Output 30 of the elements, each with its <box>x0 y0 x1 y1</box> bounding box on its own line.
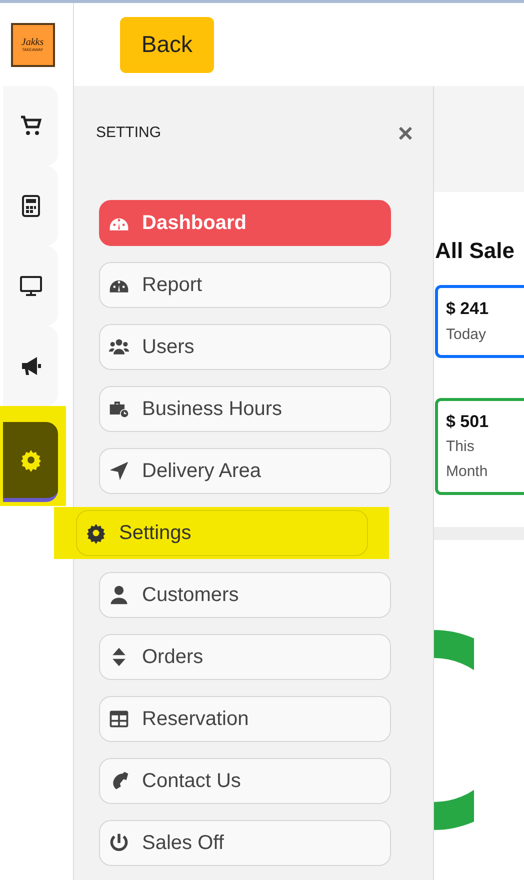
gear-icon <box>85 522 107 544</box>
sidebar-tab[interactable] <box>3 326 58 406</box>
menu-item[interactable]: Users <box>99 324 391 370</box>
sidebar-tab[interactable] <box>3 422 58 502</box>
menu-item[interactable]: Contact Us <box>99 758 391 804</box>
menu-item[interactable]: Report <box>99 262 391 308</box>
cart-icon <box>18 114 42 138</box>
sales-period: Today <box>446 324 488 344</box>
gear-icon <box>18 448 42 472</box>
section-heading: All Sale <box>435 237 516 265</box>
sales-period: This Month <box>446 437 489 482</box>
table-icon <box>108 708 130 730</box>
power-icon <box>108 832 130 854</box>
panel-title: SETTING <box>96 122 162 143</box>
sales-amount: $ 241 <box>446 298 490 320</box>
monitor-icon <box>18 274 42 298</box>
close-button[interactable]: × <box>398 120 413 146</box>
menu-item[interactable]: Dashboard <box>99 200 391 246</box>
menu-item[interactable]: Reservation <box>99 696 391 742</box>
back-button[interactable]: Back <box>120 16 214 72</box>
menu-item[interactable]: Sales Off <box>99 820 391 866</box>
location-arrow-icon <box>108 460 130 482</box>
menu-item[interactable]: Delivery Area <box>99 448 391 494</box>
menu-item[interactable]: Business Hours <box>99 386 391 432</box>
menu-item[interactable]: Orders <box>99 634 391 680</box>
menu-item[interactable]: Settings <box>76 510 368 556</box>
sales-amount: $ 501 <box>446 410 490 432</box>
menu-item[interactable]: Customers <box>99 572 391 618</box>
user-icon <box>108 584 130 606</box>
sidebar-tab[interactable] <box>3 86 58 166</box>
